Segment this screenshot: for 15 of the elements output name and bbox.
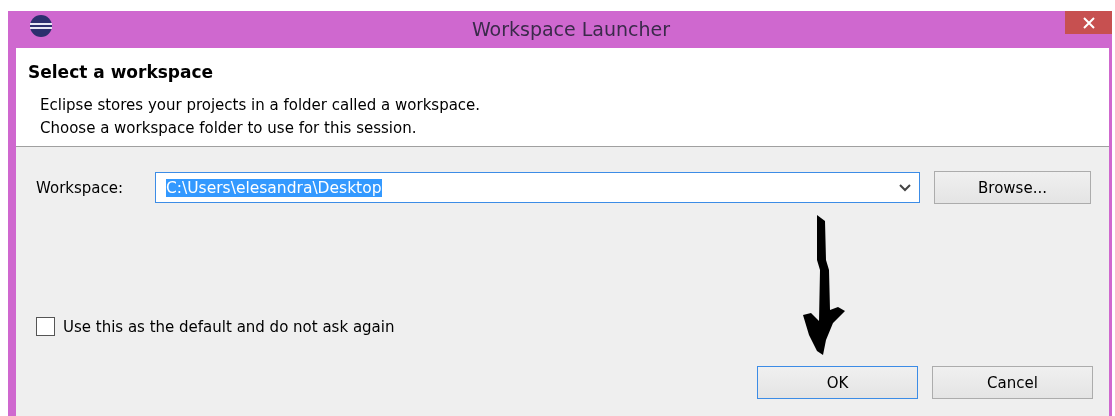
browse-button[interactable]: Browse... — [934, 171, 1091, 204]
description-text: Choose a workspace folder to use for this session. — [40, 118, 418, 139]
field-label: Workspace: — [36, 178, 125, 197]
close-button[interactable] — [1065, 11, 1112, 34]
checkbox-label: Use this as the default and do not ask again — [63, 317, 395, 336]
close-icon — [1082, 16, 1095, 29]
description-text: Eclipse stores your projects in a folder called a workspace. — [40, 95, 482, 116]
cancel-button[interactable]: Cancel — [932, 366, 1093, 399]
window-title: Workspace Launcher — [470, 17, 672, 40]
globe-icon — [29, 13, 53, 38]
combo-value: C:\Users\elesandra\Desktop — [166, 178, 382, 197]
dialog-heading: Select a workspace — [28, 62, 215, 82]
chevron-down-icon — [899, 183, 911, 192]
ok-button[interactable]: OK — [757, 366, 918, 399]
checkbox[interactable] — [36, 317, 55, 336]
